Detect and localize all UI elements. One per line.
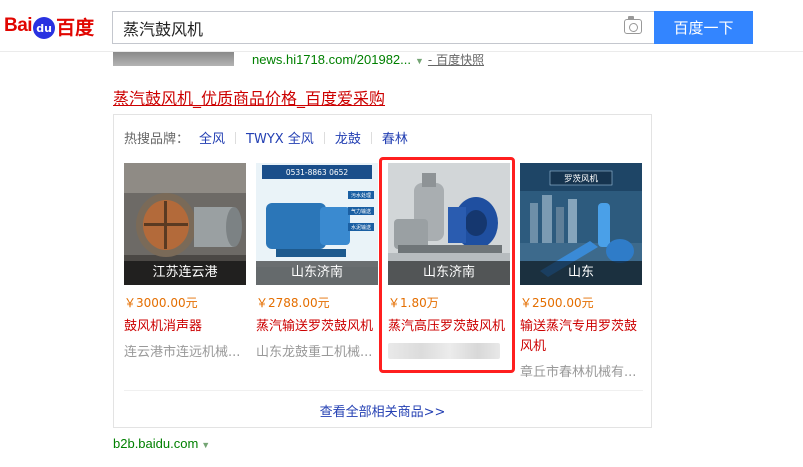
- annotation-highlight-box: [379, 157, 515, 373]
- source-url[interactable]: b2b.baidu.com: [113, 436, 198, 451]
- phone-text: 0531-8863 0652: [286, 168, 349, 177]
- brand-link[interactable]: TWYX 全风: [236, 128, 324, 147]
- source-url-line: b2b.baidu.com ▼: [113, 436, 210, 451]
- product-name[interactable]: 鼓风机消声器: [124, 317, 246, 337]
- product-price: ￥2788.00元: [256, 296, 330, 310]
- product-price: ￥3000.00元: [124, 296, 198, 310]
- search-input[interactable]: [113, 12, 593, 43]
- product-item[interactable]: 罗茨风机 山东 ￥2500.00元 输送蒸汽专用罗茨鼓风机 章丘市春林机械有..…: [520, 163, 642, 380]
- product-card: 热搜品牌： 全风 TWYX 全风 龙鼓 春林 江苏连云港 ￥3000.00元 鼓…: [113, 114, 652, 428]
- brand-link[interactable]: 春林: [372, 128, 418, 147]
- product-seller[interactable]: 山东龙鼓重工机械...: [256, 341, 378, 360]
- image-tag: 气力输送: [351, 208, 371, 215]
- product-item[interactable]: 0531-8863 0652 污水处理 气力输送 水泥输送 山东济南 ￥2788…: [256, 163, 378, 360]
- snapshot-link[interactable]: - 百度快照: [428, 53, 484, 67]
- hot-brands-label: 热搜品牌：: [124, 132, 190, 147]
- caret-down-icon[interactable]: ▼: [415, 56, 424, 66]
- product-image[interactable]: 江苏连云港: [124, 163, 246, 285]
- image-tag: 污水处理: [351, 192, 371, 199]
- search-button[interactable]: 百度一下: [654, 11, 753, 44]
- product-name[interactable]: 输送蒸汽专用罗茨鼓风机: [520, 317, 642, 357]
- brand-banner-text: 罗茨风机: [564, 174, 599, 185]
- search-box: [112, 11, 654, 44]
- product-price: ￥2500.00元: [520, 296, 594, 310]
- product-location: 山东济南: [256, 261, 378, 285]
- camera-icon[interactable]: [624, 16, 642, 34]
- product-name[interactable]: 蒸汽输送罗茨鼓风机: [256, 317, 378, 337]
- hot-brands: 热搜品牌： 全风 TWYX 全风 龙鼓 春林: [124, 128, 418, 147]
- previous-result-thumbnail[interactable]: [113, 52, 234, 66]
- result-title-link[interactable]: 蒸汽鼓风机_优质商品价格_百度爱采购: [113, 85, 385, 109]
- brand-link[interactable]: 龙鼓: [325, 128, 371, 147]
- product-location: 江苏连云港: [124, 261, 246, 285]
- image-tag: 水泥输送: [351, 224, 371, 231]
- baidu-logo[interactable]: Bai du 百度: [4, 10, 94, 42]
- product-item[interactable]: 江苏连云港 ￥3000.00元 鼓风机消声器 连云港市连远机械...: [124, 163, 246, 360]
- product-image[interactable]: 罗茨风机 山东: [520, 163, 642, 285]
- previous-result-url[interactable]: news.hi1718.com/201982...: [252, 52, 411, 67]
- paw-icon: du: [33, 17, 56, 39]
- see-all-products-link[interactable]: 查看全部相关商品>>: [114, 401, 651, 420]
- product-location: 山东: [520, 261, 642, 285]
- product-image[interactable]: 0531-8863 0652 污水处理 气力输送 水泥输送 山东济南: [256, 163, 378, 285]
- product-seller[interactable]: 连云港市连远机械...: [124, 341, 246, 360]
- card-divider: [124, 390, 643, 391]
- logo-cn: 百度: [56, 16, 95, 39]
- product-seller[interactable]: 章丘市春林机械有...: [520, 361, 642, 380]
- header: Bai du 百度 百度一下: [0, 0, 803, 52]
- logo-latin: Bai: [4, 15, 33, 36]
- brand-link[interactable]: 全风: [189, 128, 235, 147]
- caret-down-icon[interactable]: ▼: [201, 440, 210, 450]
- previous-result-url-line: news.hi1718.com/201982... ▼ - 百度快照: [252, 51, 484, 69]
